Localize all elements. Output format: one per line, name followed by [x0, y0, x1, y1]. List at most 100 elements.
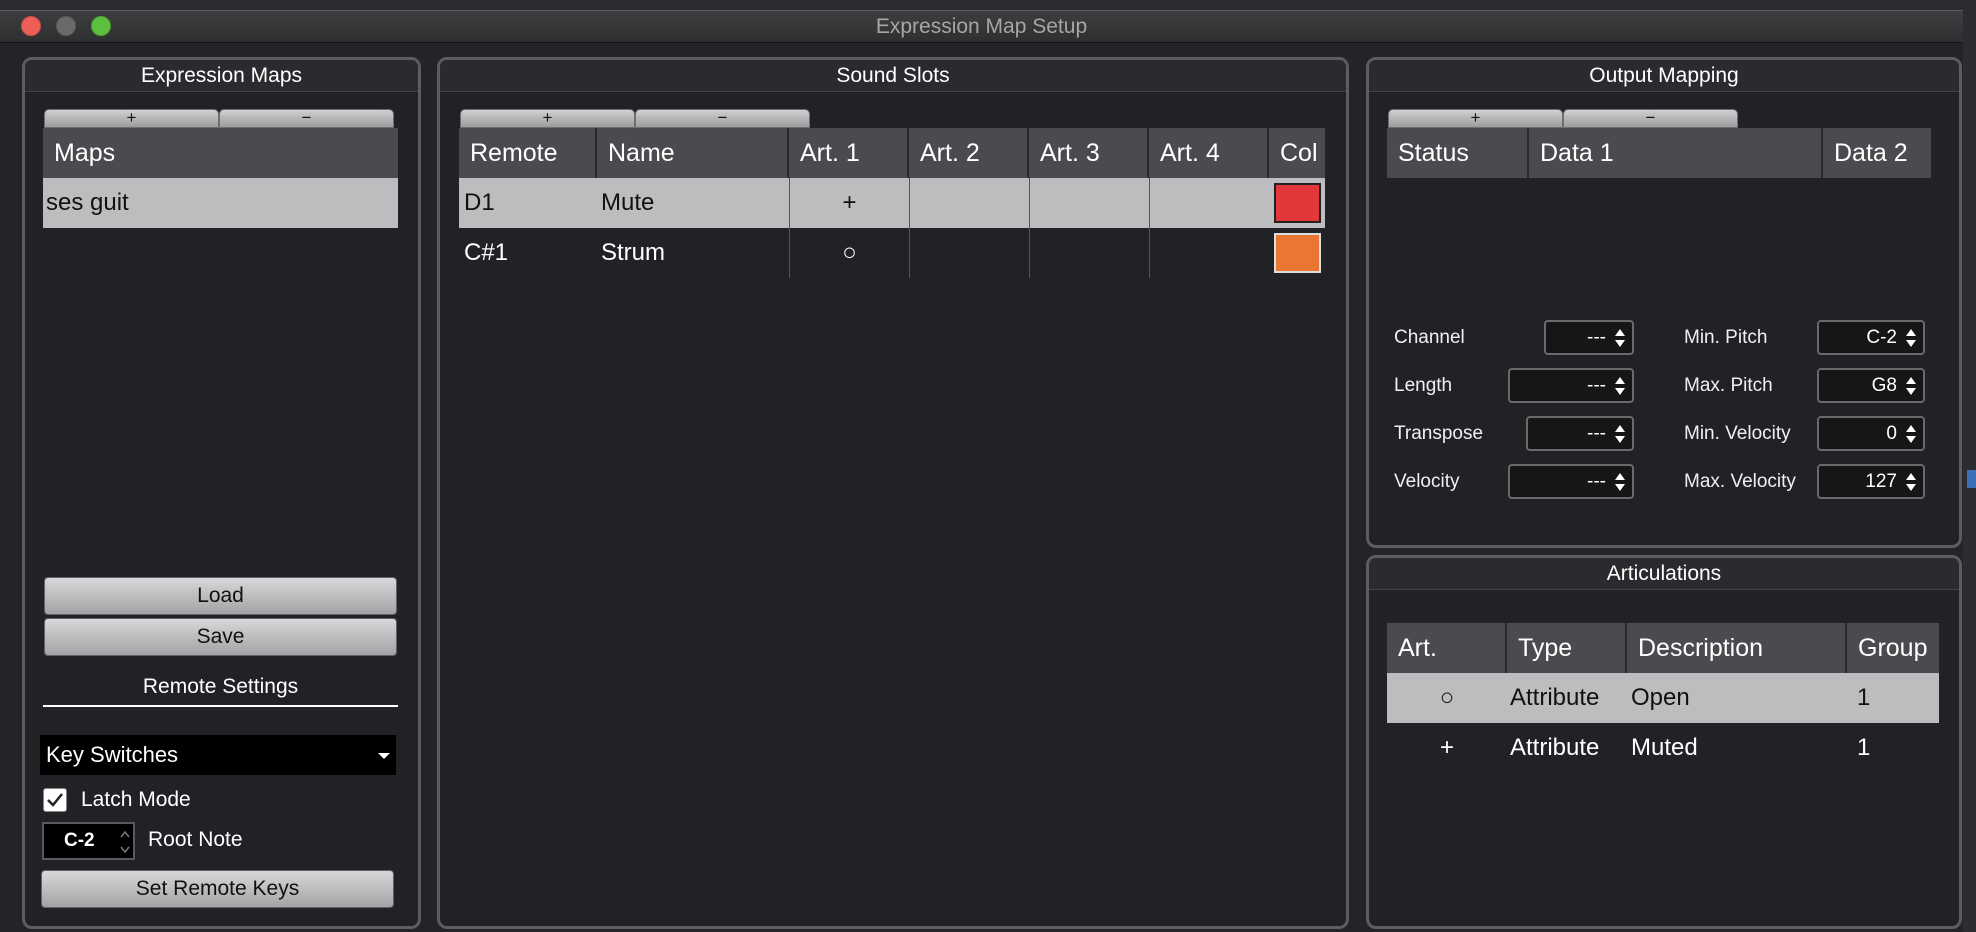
min-pitch-stepper[interactable]: C-2: [1817, 320, 1925, 355]
max-velocity-stepper[interactable]: 127: [1817, 464, 1925, 499]
max-velocity-value: 127: [1865, 471, 1897, 492]
sound-slots-panel: Sound Slots + − Remote Name Art. 1 Art. …: [437, 57, 1349, 929]
load-button[interactable]: Load: [44, 577, 397, 615]
min-pitch-value: C-2: [1866, 327, 1897, 348]
max-pitch-label: Max. Pitch: [1684, 375, 1773, 396]
set-remote-keys-button[interactable]: Set Remote Keys: [41, 870, 394, 908]
output-mapping-panel: Output Mapping + − Status Data 1 Data 2 …: [1366, 57, 1962, 548]
add-slot-button[interactable]: +: [460, 109, 635, 128]
remote-column-header[interactable]: Remote: [459, 128, 597, 178]
transpose-label: Transpose: [1394, 423, 1484, 444]
articulations-title: Articulations: [1369, 558, 1959, 590]
expression-map-setup-window: Expression Map Setup Expression Maps + −…: [0, 10, 1963, 932]
channel-label: Channel: [1394, 327, 1465, 348]
group-column-header[interactable]: Group: [1847, 623, 1939, 673]
slot-art4[interactable]: [1149, 228, 1269, 278]
type-column-header[interactable]: Type: [1507, 623, 1627, 673]
root-note-stepper[interactable]: C-2: [42, 822, 135, 860]
articulation-description: Open: [1631, 684, 1690, 711]
description-column-header[interactable]: Description: [1627, 623, 1847, 673]
min-velocity-value: 0: [1886, 423, 1897, 444]
velocity-stepper[interactable]: ---: [1508, 464, 1634, 499]
max-pitch-stepper[interactable]: G8: [1817, 368, 1925, 403]
slot-art1[interactable]: ○: [789, 228, 909, 278]
stepper-arrows-icon[interactable]: [1614, 422, 1626, 446]
channel-stepper[interactable]: ---: [1544, 320, 1634, 355]
max-velocity-label: Max. Velocity: [1684, 471, 1796, 492]
articulation-row[interactable]: ○ Attribute Open 1: [1387, 673, 1939, 723]
art3-column-header[interactable]: Art. 3: [1029, 128, 1149, 178]
length-value: ---: [1587, 375, 1606, 396]
slot-color-cell: [1269, 178, 1325, 228]
stepper-arrows-icon[interactable]: [1905, 374, 1917, 398]
stepper-arrows-icon[interactable]: [1614, 374, 1626, 398]
chevron-down-icon: [378, 753, 390, 759]
slot-color-swatch[interactable]: [1274, 233, 1321, 273]
slot-art1[interactable]: +: [789, 178, 909, 228]
maps-list-header: Maps: [43, 128, 398, 178]
remote-settings-divider: [43, 705, 398, 707]
articulation-type: Attribute: [1510, 684, 1600, 711]
length-stepper[interactable]: ---: [1508, 368, 1634, 403]
articulation-type: Attribute: [1510, 734, 1600, 761]
name-column-header[interactable]: Name: [597, 128, 789, 178]
expression-maps-title: Expression Maps: [25, 60, 418, 92]
add-map-button[interactable]: +: [44, 109, 219, 128]
output-mapping-header: Status Data 1 Data 2: [1387, 128, 1931, 178]
slot-art4[interactable]: [1149, 178, 1269, 228]
slot-color-cell: [1269, 228, 1325, 278]
art-column-header[interactable]: Art.: [1387, 623, 1507, 673]
art1-column-header[interactable]: Art. 1: [789, 128, 909, 178]
slot-art3[interactable]: [1029, 228, 1149, 278]
output-add-remove-bar: + −: [1388, 109, 1738, 128]
sound-slots-header: Remote Name Art. 1 Art. 2 Art. 3 Art. 4 …: [459, 128, 1325, 178]
status-column-header[interactable]: Status: [1387, 128, 1529, 178]
slot-color-swatch[interactable]: [1274, 183, 1321, 223]
remote-mode-dropdown[interactable]: Key Switches: [40, 735, 396, 775]
save-button[interactable]: Save: [44, 618, 397, 656]
map-list-item[interactable]: ses guit: [43, 178, 398, 228]
articulation-symbol: ○: [1439, 684, 1455, 711]
data1-column-header[interactable]: Data 1: [1529, 128, 1823, 178]
sound-slot-row[interactable]: D1 Mute +: [459, 178, 1325, 228]
latch-mode-checkbox[interactable]: [43, 788, 67, 812]
remote-settings-heading: Remote Settings: [142, 675, 299, 698]
data2-column-header[interactable]: Data 2: [1823, 128, 1931, 178]
articulation-description: Muted: [1631, 734, 1698, 761]
maps-column-header: Maps: [54, 139, 116, 167]
transpose-stepper[interactable]: ---: [1526, 416, 1634, 451]
maps-add-remove-bar: + −: [44, 109, 394, 128]
stepper-arrows-icon[interactable]: [120, 829, 130, 855]
channel-value: ---: [1587, 327, 1606, 348]
articulations-panel: Articulations Art. Type Description Grou…: [1366, 555, 1962, 929]
stepper-arrows-icon[interactable]: [1614, 326, 1626, 350]
slot-remote: D1: [464, 189, 495, 216]
stepper-arrows-icon[interactable]: [1614, 470, 1626, 494]
stepper-arrows-icon[interactable]: [1905, 470, 1917, 494]
art2-column-header[interactable]: Art. 2: [909, 128, 1029, 178]
slot-art2[interactable]: [909, 178, 1029, 228]
map-name: ses guit: [46, 189, 129, 216]
articulations-header: Art. Type Description Group: [1387, 623, 1939, 673]
slot-art3[interactable]: [1029, 178, 1149, 228]
articulation-row[interactable]: + Attribute Muted 1: [1387, 723, 1939, 773]
min-velocity-stepper[interactable]: 0: [1817, 416, 1925, 451]
slot-remote: C#1: [464, 239, 509, 266]
remove-slot-button[interactable]: −: [635, 109, 810, 128]
stepper-arrows-icon[interactable]: [1905, 422, 1917, 446]
sound-slot-row[interactable]: C#1 Strum ○: [459, 228, 1325, 278]
slot-art2[interactable]: [909, 228, 1029, 278]
slot-name: Strum: [601, 239, 666, 266]
color-column-header[interactable]: Col: [1269, 128, 1325, 178]
remote-mode-value: Key Switches: [46, 742, 179, 767]
host-app-right-strip: [1963, 0, 1976, 932]
remove-map-button[interactable]: −: [219, 109, 394, 128]
stepper-arrows-icon[interactable]: [1905, 326, 1917, 350]
articulation-group: 1: [1857, 734, 1871, 761]
art4-column-header[interactable]: Art. 4: [1149, 128, 1269, 178]
host-marker: [1967, 470, 1976, 488]
title-bar[interactable]: Expression Map Setup: [0, 11, 1963, 43]
remove-output-button[interactable]: −: [1563, 109, 1738, 128]
add-output-button[interactable]: +: [1388, 109, 1563, 128]
min-velocity-label: Min. Velocity: [1684, 423, 1791, 444]
